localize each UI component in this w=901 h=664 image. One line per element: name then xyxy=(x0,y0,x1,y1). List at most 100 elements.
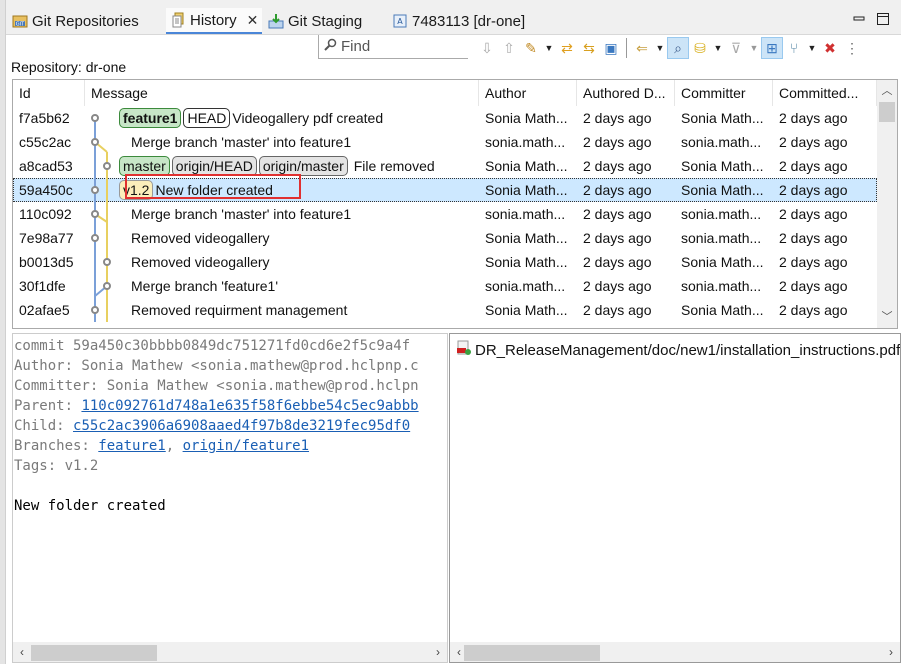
tab-git-staging[interactable]: Git Staging xyxy=(268,8,362,34)
ref-badge-v1.2[interactable]: v1.2 xyxy=(119,180,154,200)
find-toggle-button[interactable]: ⌕ xyxy=(667,37,689,59)
child-commit-link[interactable]: c55c2ac3906a6908aaed4f97b8de3219fec95df0 xyxy=(73,418,410,434)
branch-link-origin-feature1[interactable]: origin/feature1 xyxy=(183,438,309,454)
scrollbar-thumb[interactable] xyxy=(879,102,895,122)
branch-link-feature1[interactable]: feature1 xyxy=(98,438,165,454)
history-view: Find ⇩ ⇧ ✎ ▼ ⇄ ⇆ ▣ ⇐ ▼ ⌕ ⛁ ▼ ⊽ ▼ ⊞ ⑂ ▼ ✖ ⋮ Repository: dr-… xyxy=(6,34,901,664)
chevron-down-icon[interactable]: ▼ xyxy=(653,37,667,59)
close-icon[interactable]: ✕ xyxy=(247,12,259,29)
details-horizontal-scrollbar[interactable]: ‹ › xyxy=(13,642,447,662)
column-header-committer[interactable]: Committer xyxy=(675,80,773,106)
authored-date: 2 days ago xyxy=(583,230,652,246)
commit-rows: f7a5b62 feature1 HEAD Videogallery pdf crea… xyxy=(13,106,877,322)
commit-graph-segment xyxy=(91,130,108,154)
files-horizontal-scrollbar[interactable]: ‹ › xyxy=(450,642,900,662)
ref-badge-master[interactable]: master xyxy=(119,156,170,176)
commit-message-text: New folder created xyxy=(155,182,273,198)
minimize-icon[interactable] xyxy=(852,12,866,26)
compare-mode-button[interactable]: ⇄ xyxy=(556,37,578,59)
commit-id: f7a5b62 xyxy=(19,110,70,126)
tab-bar: GIT Git Repositories History ✕ Git Stagi… xyxy=(6,6,901,34)
previous-highlighted-button[interactable]: ⇧ xyxy=(498,37,520,59)
column-header-message[interactable]: Message xyxy=(85,80,479,106)
chevron-down-icon[interactable]: ▼ xyxy=(747,37,761,59)
commit-message-cell: v1.2 New folder created xyxy=(85,178,479,202)
committed-date: 2 days ago xyxy=(779,182,848,198)
ref-badge-origin-head[interactable]: origin/HEAD xyxy=(171,156,257,176)
file-list-item[interactable]: DR_ReleaseManagement/doc/new1/installati… xyxy=(456,340,900,360)
scroll-down-icon[interactable]: ﹀ xyxy=(877,308,897,326)
commit-graph-segment xyxy=(91,226,108,250)
parent-commit-link[interactable]: 110c092761d748a1e635f58f6ebbe54c5ec9abbb xyxy=(81,398,418,414)
table-row[interactable]: 7e98a77 Removed videogallery Sonia Math...… xyxy=(13,226,877,250)
authored-date: 2 days ago xyxy=(583,134,652,150)
next-highlighted-button[interactable]: ⇩ xyxy=(476,37,498,59)
find-input[interactable]: Find xyxy=(318,35,468,59)
sync-icon: ⇄ xyxy=(561,39,573,56)
commit-node xyxy=(103,162,111,170)
message-content: Removed videogallery xyxy=(131,250,270,274)
tab-commit-editor[interactable]: A 7483113 [dr-one] xyxy=(392,8,525,34)
vertical-scrollbar[interactable]: ︿ ﹀ xyxy=(877,80,897,328)
show-branches-button[interactable]: ⑂ xyxy=(783,37,805,59)
commit-message-cell: Removed videogallery xyxy=(85,250,479,274)
table-header: Id Message Author Authored D... Committe… xyxy=(13,80,877,106)
show-menu-button[interactable]: ✎ xyxy=(520,37,542,59)
filter-button[interactable]: ⊽ xyxy=(725,37,747,59)
commit-message-cell: master origin/HEAD origin/master File remov… xyxy=(85,154,479,178)
view-menu-button[interactable]: ⋮ xyxy=(841,37,863,59)
table-row[interactable]: 59a450c v1.2 New folder created Sonia Math.… xyxy=(13,178,877,202)
show-in-editor-button[interactable]: ▣ xyxy=(600,37,622,59)
committed-date: 2 days ago xyxy=(779,278,848,294)
authored-date: 2 days ago xyxy=(583,254,652,270)
scroll-right-icon[interactable]: › xyxy=(431,642,445,662)
chevron-down-icon[interactable]: ▼ xyxy=(805,37,819,59)
column-header-authored-date[interactable]: Authored D... xyxy=(577,80,675,106)
scroll-up-icon[interactable]: ︿ xyxy=(877,82,897,100)
tab-history[interactable]: History ✕ xyxy=(166,8,263,34)
commit-message-text: Removed videogallery xyxy=(131,230,270,246)
link-with-selection-button[interactable]: ⇆ xyxy=(578,37,600,59)
table-row[interactable]: a8cad53 master origin/HEAD origin/master Fil… xyxy=(13,154,877,178)
scrollbar-thumb[interactable] xyxy=(31,645,157,661)
chevron-down-icon[interactable]: ▼ xyxy=(711,37,725,59)
commit-graph-segment xyxy=(94,274,111,298)
branch-separator: , xyxy=(165,438,183,454)
switch-repository-button[interactable]: ⇐ xyxy=(631,37,653,59)
database-icon: ⛁ xyxy=(694,39,706,56)
table-row[interactable]: 110c092 Merge branch 'master' into featur… xyxy=(13,202,877,226)
scroll-right-icon[interactable]: › xyxy=(884,642,898,662)
table-row[interactable]: b0013d5 Removed videogallery Sonia Math...… xyxy=(13,250,877,274)
maximize-icon[interactable] xyxy=(876,12,890,26)
author: Sonia Math... xyxy=(485,110,568,126)
tab-git-repositories[interactable]: GIT Git Repositories xyxy=(12,8,139,34)
remove-filter-button[interactable]: ✖ xyxy=(819,37,841,59)
ref-badge-head[interactable]: HEAD xyxy=(183,108,231,128)
column-header-committed-date[interactable]: Committed... xyxy=(773,80,877,106)
table-row[interactable]: 30f1dfe Merge branch 'feature1' sonia.math… xyxy=(13,274,877,298)
chevron-down-icon[interactable]: ▼ xyxy=(542,37,556,59)
commit-node xyxy=(91,114,99,122)
committer: Sonia Math... xyxy=(681,110,764,126)
table-row[interactable]: c55c2ac Merge branch 'master' into featur… xyxy=(13,130,877,154)
repository-label: Repository: dr-one xyxy=(11,59,127,75)
column-header-author[interactable]: Author xyxy=(479,80,577,106)
scroll-left-icon[interactable]: ‹ xyxy=(15,642,29,662)
database-button[interactable]: ⛁ xyxy=(689,37,711,59)
layout-button[interactable]: ⊞ xyxy=(761,37,783,59)
author: sonia.math... xyxy=(485,206,566,222)
table-row[interactable]: f7a5b62 feature1 HEAD Videogallery pdf crea… xyxy=(13,106,877,130)
ref-badge-feature1[interactable]: feature1 xyxy=(119,108,182,128)
ref-badge-origin-master[interactable]: origin/master xyxy=(258,156,348,176)
column-header-id[interactable]: Id xyxy=(13,80,85,106)
message-content: Removed requirment management xyxy=(131,298,347,322)
search-icon: ⌕ xyxy=(674,39,682,56)
pdf-file-added-icon xyxy=(456,340,472,360)
authored-date: 2 days ago xyxy=(583,206,652,222)
message-content: master origin/HEAD origin/master File remov… xyxy=(119,154,435,178)
author: Sonia Math... xyxy=(485,254,568,270)
scrollbar-thumb[interactable] xyxy=(464,645,600,661)
commit-message-text: Removed requirment management xyxy=(131,302,348,318)
table-row[interactable]: 02afae5 Removed requirment management Soni… xyxy=(13,298,877,322)
branches-label: Branches: xyxy=(14,438,99,454)
